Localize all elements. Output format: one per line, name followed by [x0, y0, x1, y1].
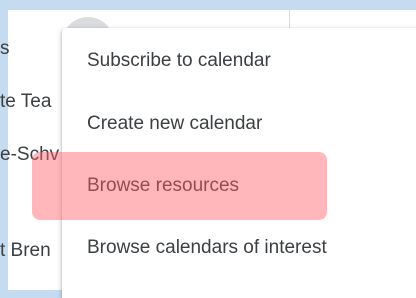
sidebar-calendar-label[interactable]: te Tea — [0, 91, 51, 113]
menu-item-browse-calendars-of-interest[interactable]: Browse calendars of interest — [87, 228, 327, 268]
menu-item-create-new-calendar[interactable]: Create new calendar — [87, 104, 262, 144]
selection-highlight — [32, 152, 327, 220]
menu-item-subscribe-to-calendar[interactable]: Subscribe to calendar — [87, 41, 271, 81]
sidebar-calendar-label[interactable]: t Bren — [0, 240, 51, 262]
sidebar-calendar-label: s — [0, 38, 10, 59]
